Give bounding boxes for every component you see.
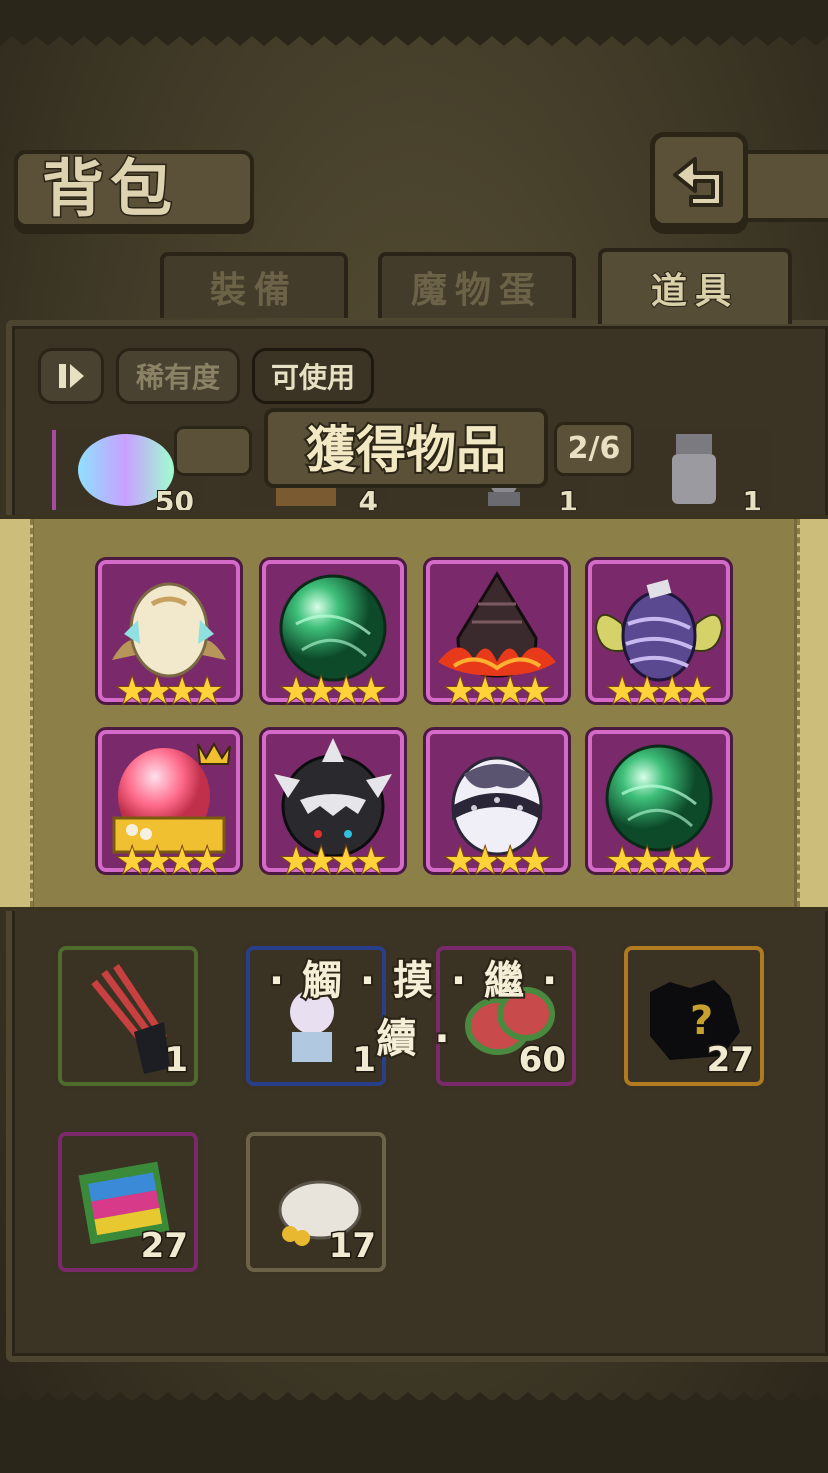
sort-toggle-icon (59, 364, 84, 388)
reward-item: ★ ★ ★ ★ (588, 730, 730, 881)
back-bar (735, 150, 828, 222)
reward-item: ★ ★ ★ ★ (262, 560, 404, 711)
star-rating: ★ ★ ★ ★ (115, 841, 224, 882)
reward-item: ★ ★ ★ ★ (588, 560, 730, 711)
star-icon: ★ (518, 841, 552, 882)
star-rating: ★ ★ ★ ★ (443, 671, 552, 712)
sort-toggle-button[interactable] (38, 348, 104, 404)
back-button[interactable] (650, 132, 748, 228)
star-rating: ★ ★ ★ ★ (443, 841, 552, 882)
star-icon: ★ (329, 671, 363, 712)
star-icon: ★ (443, 671, 477, 712)
star-icon: ★ (468, 841, 502, 882)
popup-title-left-pill (174, 426, 252, 476)
star-rating: ★ ★ ★ ★ (279, 671, 388, 712)
star-icon: ★ (468, 671, 502, 712)
tab-items-label: 道具 (650, 270, 739, 313)
star-icon: ★ (605, 671, 639, 712)
star-icon: ★ (354, 841, 388, 882)
star-icon: ★ (329, 841, 363, 882)
star-icon: ★ (680, 841, 714, 882)
star-rating: ★ ★ ★ ★ (279, 841, 388, 882)
star-icon: ★ (354, 671, 388, 712)
return-arrow-icon (673, 157, 723, 207)
inventory-slot[interactable]: 27 (54, 1128, 202, 1276)
svg-text:?: ? (690, 998, 713, 1044)
slot-count: 27 (705, 1039, 755, 1082)
star-icon: ★ (304, 671, 338, 712)
popup-left-edge (0, 519, 33, 907)
bottom-border (0, 1400, 828, 1473)
strip-item-count: 1 (557, 484, 579, 510)
star-icon: ★ (655, 841, 689, 882)
usable-filter-button[interactable]: 可使用 (252, 348, 374, 404)
star-rating: ★ ★ ★ ★ (115, 671, 224, 712)
top-border (0, 0, 828, 30)
star-icon: ★ (190, 841, 224, 882)
star-icon: ★ (443, 841, 477, 882)
strip-item-count: 4 (357, 484, 379, 510)
usable-filter-label: 可使用 (270, 361, 355, 394)
star-icon: ★ (493, 671, 527, 712)
star-icon: ★ (190, 671, 224, 712)
star-icon: ★ (518, 671, 552, 712)
star-icon: ★ (165, 841, 199, 882)
slot-count: 27 (139, 1225, 189, 1268)
inventory-strip-item[interactable]: 1 (624, 430, 774, 510)
star-icon: ★ (630, 841, 664, 882)
inventory-slot[interactable]: 17 (242, 1128, 390, 1276)
top-zigzag-border (0, 28, 828, 46)
star-icon: ★ (165, 671, 199, 712)
reward-item: ★ ★ ★ ★ (426, 560, 568, 711)
reward-item: ★ ★ ★ ★ (262, 730, 404, 881)
star-icon: ★ (304, 841, 338, 882)
reward-item: ★ ★ ★ ★ (98, 730, 240, 881)
star-icon: ★ (115, 841, 149, 882)
star-icon: ★ (279, 841, 313, 882)
star-icon: ★ (680, 671, 714, 712)
rarity-filter-label: 稀有度 (135, 361, 220, 394)
star-icon: ★ (655, 671, 689, 712)
strip-item-count: 50 (154, 484, 195, 510)
star-icon: ★ (115, 671, 149, 712)
star-icon: ★ (605, 841, 639, 882)
tab-monster-egg[interactable]: 魔物蛋 (378, 252, 576, 318)
tab-items[interactable]: 道具 (598, 248, 792, 324)
rarity-filter-button[interactable]: 稀有度 (116, 348, 240, 404)
tab-monster-egg-label: 魔物蛋 (410, 270, 543, 311)
slot-count: 17 (327, 1225, 377, 1268)
star-icon: ★ (140, 671, 174, 712)
reward-item: ★ ★ ★ ★ (426, 730, 568, 881)
star-rating: ★ ★ ★ ★ (605, 841, 714, 882)
star-icon: ★ (279, 671, 313, 712)
tab-equipment-label: 裝備 (209, 270, 298, 311)
page-title: 背包 (40, 151, 179, 227)
star-icon: ★ (630, 671, 664, 712)
star-rating: ★ ★ ★ ★ (605, 671, 714, 712)
popup-page-indicator: 2/6 (554, 422, 634, 476)
inventory-slot[interactable]: ? 27 (620, 942, 768, 1090)
strip-item-count: 1 (741, 484, 763, 510)
slot-count: 1 (163, 1039, 190, 1082)
popup-title: 獲得物品 (304, 419, 508, 481)
inventory-slot[interactable]: 1 (54, 942, 202, 1090)
popup-right-edge (797, 519, 828, 907)
star-icon: ★ (493, 841, 527, 882)
reward-item: ★ ★ ★ ★ (98, 560, 240, 711)
star-icon: ★ (140, 841, 174, 882)
tab-equipment[interactable]: 裝備 (160, 252, 348, 318)
touch-to-continue[interactable]: · 觸 · 摸 · 繼 · 續 · (240, 948, 588, 1064)
